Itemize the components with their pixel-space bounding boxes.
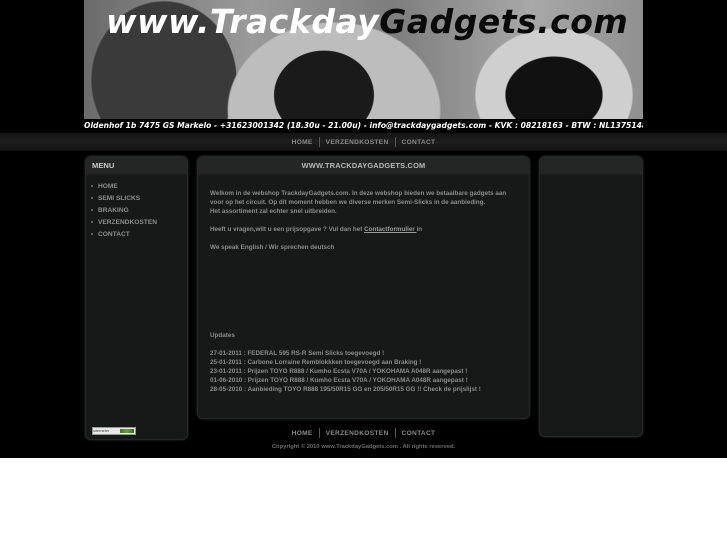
top-navigation: HOME VERZENDKOSTEN CONTACT <box>0 133 727 151</box>
main-content-panel: WWW.TRACKDAYGADGETS.COM Welkom in de web… <box>197 156 530 419</box>
intro-text: Welkom in de webshop TrackdayGadgets.com… <box>210 189 517 216</box>
sidebar-item-label: CONTACT <box>98 231 130 238</box>
bullet-icon <box>91 233 93 236</box>
copyright-text: Copyright © 2010 www.TrackdayGadgets.com… <box>271 444 456 450</box>
updates-heading: Updates <box>210 332 235 339</box>
site-logo[interactable]: www.TrackdayGadgets.com <box>106 2 628 41</box>
header-banner: www.TrackdayGadgets.com Oldenhof 1b 7475… <box>84 0 643 133</box>
sidebar-item-home[interactable]: HOME <box>91 181 187 193</box>
bullet-icon <box>91 209 93 212</box>
sidebar-item-label: SEMI SLICKS <box>98 195 141 202</box>
footer-nav-contact[interactable]: CONTACT <box>396 430 442 437</box>
languages-text: We speak English / Wir sprechen deutsch <box>210 244 335 251</box>
bullet-icon <box>91 197 93 200</box>
sidebar-item-semi-slicks[interactable]: SEMI SLICKS <box>91 193 187 205</box>
top-nav-verzendkosten[interactable]: VERZENDKOSTEN <box>320 139 395 146</box>
update-item: 27-01-2011 : FEDERAL 595 RS-R Semi Slick… <box>210 350 385 357</box>
sidebar-item-braking[interactable]: BRAKING <box>91 205 187 217</box>
intro-line-2: Het assortiment zal echter snel uitbreid… <box>210 208 337 215</box>
footer-navigation: HOME VERZENDKOSTEN CONTACT <box>0 428 727 438</box>
main-title: WWW.TRACKDAYGADGETS.COM <box>198 157 529 175</box>
intro-line-1: Welkom in de webshop TrackdayGadgets.com… <box>210 190 507 206</box>
sidebar-item-verzendkosten[interactable]: VERZENDKOSTEN <box>91 217 187 229</box>
footer-nav-home[interactable]: HOME <box>286 430 319 437</box>
sidebar-item-label: VERZENDKOSTEN <box>98 219 157 226</box>
footer-nav-verzendkosten[interactable]: VERZENDKOSTEN <box>320 430 395 437</box>
top-nav-contact[interactable]: CONTACT <box>396 139 442 146</box>
right-sidebar-panel <box>539 156 643 437</box>
top-nav-home[interactable]: HOME <box>286 139 319 146</box>
sidebar-item-contact[interactable]: CONTACT <box>91 229 187 241</box>
logo-text-white: www.Trackday <box>106 2 380 41</box>
sidebar-item-label: HOME <box>98 183 118 190</box>
bullet-icon <box>91 221 93 224</box>
contact-info-bar: Oldenhof 1b 7475 GS Markelo - +316230013… <box>84 119 643 133</box>
right-panel-header <box>540 157 642 175</box>
bullet-icon <box>91 185 93 188</box>
question-text: Heeft u vragen,wilt u een prijsopgave ? … <box>210 226 365 233</box>
update-item: 23-01-2011 : Prijzen TOYO R888 / Kumho E… <box>210 368 468 375</box>
page: www.TrackdayGadgets.com Oldenhof 1b 7475… <box>0 0 727 458</box>
logo-text-black: Gadgets.com <box>379 2 629 41</box>
sidebar-item-label: BRAKING <box>98 207 129 214</box>
update-item: 25-01-2011 : Carbone Lorraine Remblokkke… <box>210 359 422 366</box>
sidebar-title: MENU <box>86 157 187 175</box>
contactformulier-link[interactable]: Contactformulier <box>364 226 416 233</box>
update-item: 28-05-2010 : Aanbieding TOYO R888 195/50… <box>210 386 481 393</box>
contact-question: Heeft u vragen,wilt u een prijsopgave ? … <box>210 225 517 234</box>
update-item: 01-06-2010 : Prijzen TOYO R888 / Kumho E… <box>210 377 468 384</box>
sidebar-menu: MENU HOME SEMI SLICKS BRAKING VERZENDKOS… <box>85 156 188 440</box>
question-suffix: in <box>416 226 423 233</box>
